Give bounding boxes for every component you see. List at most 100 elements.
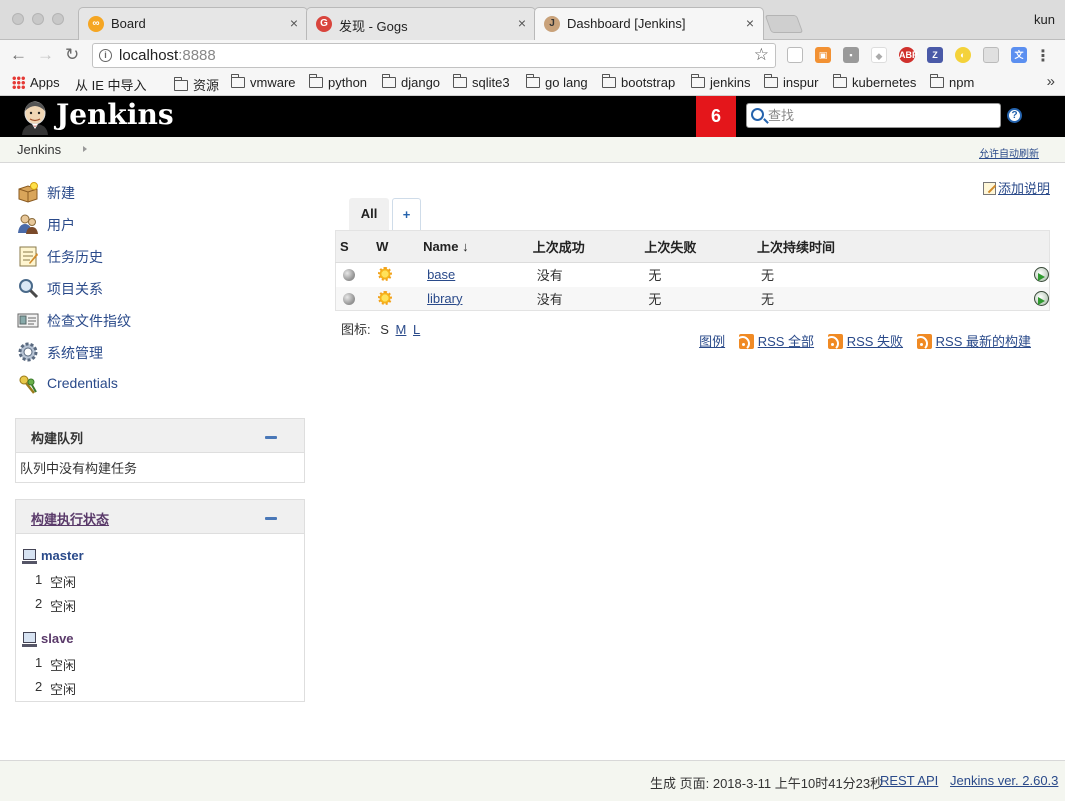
browser-menu-icon[interactable]: ⋮ (1035, 46, 1051, 66)
page-footer: 生成 页面: 2018-3-11 上午10时41分23秒 REST API Je… (0, 760, 1065, 801)
orange-extension-icon[interactable]: ▣ (815, 47, 831, 63)
task-label: Credentials (47, 375, 118, 391)
projects-table: S W Name ↓ 上次成功 上次失败 上次持续时间 base 没有 无 无 … (335, 230, 1050, 311)
build-queue-empty: 队列中没有构建任务 (20, 461, 138, 476)
add-description-link[interactable]: 添加说明 (982, 178, 1050, 197)
search-input[interactable] (768, 107, 993, 124)
task-project-relationship[interactable]: 项目关系 (17, 274, 297, 306)
computer-name[interactable]: master (41, 548, 84, 563)
translate-extension-icon[interactable]: 文 (1011, 47, 1027, 63)
icon-size-l-link[interactable]: L (413, 322, 420, 337)
moon-extension-icon[interactable]: ◐ (955, 47, 971, 63)
tab-new-view[interactable]: + (392, 198, 421, 230)
jenkins-butler-logo[interactable] (18, 99, 52, 135)
zotero-extension-icon[interactable]: Z (927, 47, 943, 63)
jenkins-title[interactable]: Jenkins (56, 98, 174, 131)
bookmark-folder[interactable]: sqlite3 (453, 74, 510, 90)
collapse-icon[interactable] (265, 436, 277, 439)
task-people[interactable]: 用户 (17, 210, 297, 242)
job-link[interactable]: library (427, 291, 462, 306)
bookmark-folder[interactable]: vmware (231, 74, 296, 90)
bookmark-folder[interactable]: django (382, 74, 440, 90)
people-icon (18, 214, 38, 234)
shield-extension-icon[interactable] (787, 47, 803, 63)
legend-link[interactable]: 图例 (699, 334, 725, 349)
column-name[interactable]: Name ↓ (423, 230, 533, 263)
breadcrumb: Jenkins 允许自动刷新 (0, 137, 1065, 163)
bookmarks-overflow-icon[interactable]: » (1047, 73, 1055, 90)
close-tab-icon[interactable]: × (746, 15, 754, 31)
jenkins-version-link[interactable]: Jenkins ver. 2.60.3 (950, 773, 1058, 788)
rss-failed-link[interactable]: RSS 失败 (827, 334, 903, 349)
bookmark-folder[interactable]: bootstrap (602, 74, 675, 90)
collapse-icon[interactable] (265, 517, 277, 520)
rss-latest-link[interactable]: RSS 最新的构建 (916, 334, 1031, 349)
rest-api-link[interactable]: REST API (880, 773, 938, 788)
rss-icon (827, 334, 843, 349)
notification-badge[interactable]: 6 (696, 96, 736, 137)
task-build-history[interactable]: 任务历史 (17, 242, 297, 274)
bookmark-folder[interactable]: kubernetes (833, 74, 916, 90)
browser-tab-board[interactable]: ∞ Board × (78, 7, 308, 40)
url-text[interactable]: localhost:8888 (119, 47, 216, 64)
browser-tab-strip: ∞ Board × G 发现 - Gogs × J Dashboard [Jen… (0, 0, 1065, 41)
breadcrumb-jenkins[interactable]: Jenkins (17, 142, 61, 157)
bookmark-folder[interactable]: npm (930, 74, 974, 90)
bookmark-folder[interactable]: python (309, 74, 367, 90)
tab-all[interactable]: All (349, 198, 389, 230)
breadcrumb-arrow-icon[interactable] (83, 146, 87, 152)
column-status[interactable]: S (335, 230, 377, 263)
reload-icon[interactable]: ↻ (65, 45, 79, 65)
build-now-icon[interactable] (1034, 290, 1049, 306)
new-tab-button[interactable] (764, 15, 804, 33)
task-fingerprint[interactable]: 检查文件指纹 (17, 306, 297, 338)
close-tab-icon[interactable]: × (290, 15, 298, 31)
build-now-icon[interactable] (1034, 267, 1049, 283)
browser-tab-jenkins[interactable]: J Dashboard [Jenkins] × (534, 7, 764, 41)
address-bar[interactable]: i localhost:8888 ☆ (92, 43, 776, 68)
bookmark-folder[interactable]: go lang (526, 74, 588, 90)
computer-name[interactable]: slave (41, 631, 74, 646)
auto-refresh-link[interactable]: 允许自动刷新 (979, 145, 1039, 160)
computer-slave[interactable]: slave (16, 627, 304, 651)
executors-title-link[interactable]: 构建执行状态 (31, 509, 109, 528)
info-icon[interactable]: i (99, 49, 112, 62)
bookmark-apps[interactable]: Apps (12, 75, 60, 90)
window-zoom-button[interactable] (52, 13, 64, 25)
browser-tab-gogs[interactable]: G 发现 - Gogs × (306, 7, 536, 40)
bookmark-folder[interactable]: 资源 (174, 75, 219, 94)
back-arrow-icon[interactable]: ← (10, 45, 27, 65)
task-manage-jenkins[interactable]: 系统管理 (17, 338, 297, 370)
window-minimize-button[interactable] (32, 13, 44, 25)
column-last-duration[interactable]: 上次持续时间 (756, 230, 910, 263)
doc-extension-icon[interactable] (983, 47, 999, 63)
profile-name[interactable]: kun (1034, 12, 1055, 27)
column-weather[interactable]: W (376, 230, 424, 263)
column-last-success[interactable]: 上次成功 (532, 230, 645, 263)
help-icon[interactable]: ? (1007, 108, 1022, 123)
bookmark-folder[interactable]: 从 IE 中导入 (75, 75, 147, 94)
task-label: 新建 (47, 185, 75, 201)
rss-all-link[interactable]: RSS 全部 (738, 334, 814, 349)
icon-size-m-link[interactable]: M (396, 322, 407, 337)
weather-sunny-icon (378, 267, 393, 282)
window-close-button[interactable] (12, 13, 24, 25)
job-link[interactable]: base (427, 267, 455, 282)
forward-arrow-icon[interactable]: → (37, 45, 54, 65)
bookmark-folder[interactable]: inspur (764, 74, 818, 90)
bookmark-folder[interactable]: jenkins (691, 74, 750, 90)
task-new-item[interactable]: 新建 (17, 178, 297, 210)
column-last-failure[interactable]: 上次失败 (644, 230, 757, 263)
task-credentials[interactable]: Credentials (17, 370, 297, 402)
last-failure: 无 (644, 262, 757, 287)
table-header-row: S W Name ↓ 上次成功 上次失败 上次持续时间 (335, 230, 1050, 263)
close-tab-icon[interactable]: × (518, 15, 526, 31)
adblock-extension-icon[interactable]: ABP (899, 47, 918, 63)
computer-master[interactable]: master (16, 544, 304, 568)
grey-extension-icon[interactable]: ▪ (843, 47, 859, 63)
rss-bar: 图例 RSS 全部 RSS 失败 RSS 最新的构建 (689, 331, 1031, 350)
last-duration: 无 (756, 286, 910, 311)
last-success: 没有 (532, 286, 645, 311)
dropbox-extension-icon[interactable]: ◆ (871, 47, 887, 63)
bookmark-star-icon[interactable]: ☆ (754, 45, 769, 65)
